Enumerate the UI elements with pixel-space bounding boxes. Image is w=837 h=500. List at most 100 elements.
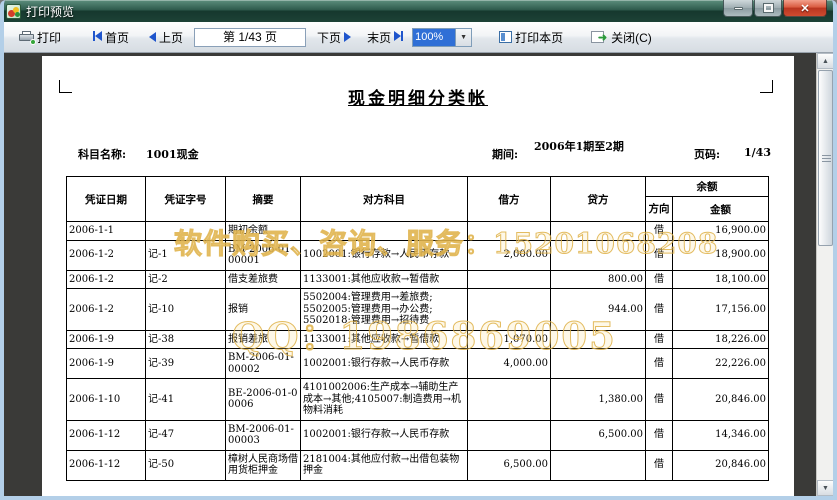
scroll-up-button[interactable]: ▲: [817, 53, 833, 69]
minimize-icon: [734, 7, 743, 10]
cell-direction: 借: [646, 222, 673, 241]
scrollbar-thumb[interactable]: [818, 70, 833, 246]
cell-summary: BM-2006-01-00001: [226, 240, 301, 270]
app-icon: [6, 4, 21, 19]
period-value: 2006年1期至2期: [534, 140, 638, 153]
document-page: 现金明细分类帐 科目名称: 1001现金 期间: 2006年1期至2期 页码: …: [42, 56, 794, 496]
thumb-grip-icon: [822, 155, 831, 156]
cell-debit: 6,500.00: [468, 450, 551, 480]
maximize-icon: [764, 4, 773, 12]
zoom-value: 100%: [413, 29, 455, 46]
cell-credit: 944.00: [551, 289, 646, 331]
cell-amount: 14,346.00: [673, 420, 769, 450]
preview-area: 现金明细分类帐 科目名称: 1001现金 期间: 2006年1期至2期 页码: …: [4, 53, 833, 496]
prev-page-button[interactable]: 上页: [146, 27, 186, 48]
cell-amount: 17,156.00: [673, 289, 769, 331]
table-row: 2006-1-10记-41BE-2006-01-000064101002006:…: [67, 379, 769, 421]
header-counterpart: 对方科目: [301, 177, 468, 222]
cell-summary: 樟树人民商场借用货柜押金: [226, 450, 301, 480]
account-name-label: 科目名称:: [78, 146, 126, 162]
chevron-down-icon[interactable]: ▼: [455, 29, 471, 46]
cell-voucher-no: 记-38: [146, 330, 226, 349]
print-preview-window: 打印预览 ✕ 打印 首页 上页 第 1/43 页 下页 末页: [0, 0, 837, 500]
maximize-button[interactable]: [754, 0, 782, 17]
last-page-button[interactable]: 末页: [364, 27, 406, 48]
print-label: 打印: [37, 29, 61, 46]
minimize-button[interactable]: [723, 0, 753, 17]
print-button[interactable]: 打印: [16, 27, 64, 48]
cell-debit: [468, 379, 551, 421]
print-page-label: 打印本页: [515, 29, 563, 46]
cell-amount: 22,226.00: [673, 349, 769, 379]
table-row: 2006-1-2记-2借支差旅费1133001:其他应收款→暂借款800.00借…: [67, 270, 769, 289]
titlebar[interactable]: 打印预览 ✕: [0, 0, 837, 22]
cell-counterpart-account: 1133001:其他应收款→暂借款: [301, 270, 468, 289]
print-this-page-button[interactable]: 打印本页: [496, 27, 566, 48]
cell-voucher-no: 记-10: [146, 289, 226, 331]
table-row: 2006-1-9记-38报销差旅1133001:其他应收款→暂借款1,070.0…: [67, 330, 769, 349]
cell-voucher-no: 记-41: [146, 379, 226, 421]
next-page-button[interactable]: 下页: [314, 27, 354, 48]
document-info-bar: 科目名称: 1001现金 期间: 2006年1期至2期 页码: 1/43: [42, 140, 794, 170]
window-title: 打印预览: [26, 3, 74, 20]
cell-date: 2006-1-9: [67, 330, 146, 349]
cell-debit: [468, 420, 551, 450]
cell-summary: 借支差旅费: [226, 270, 301, 289]
cell-summary: 报销差旅: [226, 330, 301, 349]
cell-counterpart-account: 1002001:银行存款→人民币存款: [301, 349, 468, 379]
cell-credit: 800.00: [551, 270, 646, 289]
cell-credit: 6,500.00: [551, 420, 646, 450]
header-date: 凭证日期: [67, 177, 146, 222]
cell-amount: 20,846.00: [673, 450, 769, 480]
page-value: 1/43: [744, 146, 771, 159]
cell-counterpart-account: 1002001:银行存款→人民币存款: [301, 420, 468, 450]
window-controls: ✕: [722, 0, 827, 17]
close-button[interactable]: ✕: [783, 0, 827, 17]
toolbar: 打印 首页 上页 第 1/43 页 下页 末页 100% ▼ 打印本页 ➜: [0, 22, 837, 53]
header-balance: 余额: [646, 177, 769, 197]
cell-summary: 报销: [226, 289, 301, 331]
cell-direction: 借: [646, 420, 673, 450]
printer-icon: [19, 31, 34, 43]
zoom-select[interactable]: 100% ▼: [412, 28, 472, 47]
table-row: 2006-1-2记-1BM-2006-01-000011002001:银行存款→…: [67, 240, 769, 270]
arrow-down-icon: ▼: [822, 485, 829, 492]
cell-counterpart-account: 5502004:管理费用→差旅费; 5502005:管理费用→办公费; 5502…: [301, 289, 468, 331]
cell-summary: BM-2006-01-00003: [226, 420, 301, 450]
cell-credit: [551, 222, 646, 241]
cell-credit: [551, 330, 646, 349]
close-preview-button[interactable]: ➜ 关闭(C): [588, 27, 655, 48]
cell-date: 2006-1-2: [67, 240, 146, 270]
page-number-input[interactable]: 第 1/43 页: [194, 28, 306, 47]
close-preview-label: 关闭(C): [611, 29, 652, 46]
header-debit: 借方: [468, 177, 551, 222]
cell-amount: 18,900.00: [673, 240, 769, 270]
cell-voucher-no: 记-50: [146, 450, 226, 480]
header-amount: 金额: [673, 197, 769, 222]
cell-date: 2006-1-2: [67, 289, 146, 331]
cell-date: 2006-1-10: [67, 379, 146, 421]
cell-voucher-no: 记-2: [146, 270, 226, 289]
first-page-button[interactable]: 首页: [90, 27, 132, 48]
cell-amount: 20,846.00: [673, 379, 769, 421]
arrow-up-icon: ▲: [822, 58, 829, 65]
cell-amount: 18,226.00: [673, 330, 769, 349]
cell-amount: 18,100.00: [673, 270, 769, 289]
cell-summary: BM-2006-01-00002: [226, 349, 301, 379]
cell-debit: [468, 270, 551, 289]
cell-voucher-no: 记-47: [146, 420, 226, 450]
cell-date: 2006-1-2: [67, 270, 146, 289]
scroll-down-button[interactable]: ▼: [817, 480, 833, 496]
cell-date: 2006-1-1: [67, 222, 146, 241]
cell-counterpart-account: 4101002006:生产成本→辅助生产成本→其他;4105007:制造费用→机…: [301, 379, 468, 421]
vertical-scrollbar[interactable]: ▲ ▼: [816, 53, 833, 496]
first-page-icon: [93, 30, 102, 44]
next-page-label: 下页: [317, 29, 341, 46]
first-page-label: 首页: [105, 29, 129, 46]
cell-counterpart-account: 1002001:银行存款→人民币存款: [301, 240, 468, 270]
cell-summary: 期初余额: [226, 222, 301, 241]
next-page-icon: [344, 32, 351, 42]
account-name-value: 1001现金: [146, 146, 199, 162]
cell-amount: 16,900.00: [673, 222, 769, 241]
header-credit: 贷方: [551, 177, 646, 222]
